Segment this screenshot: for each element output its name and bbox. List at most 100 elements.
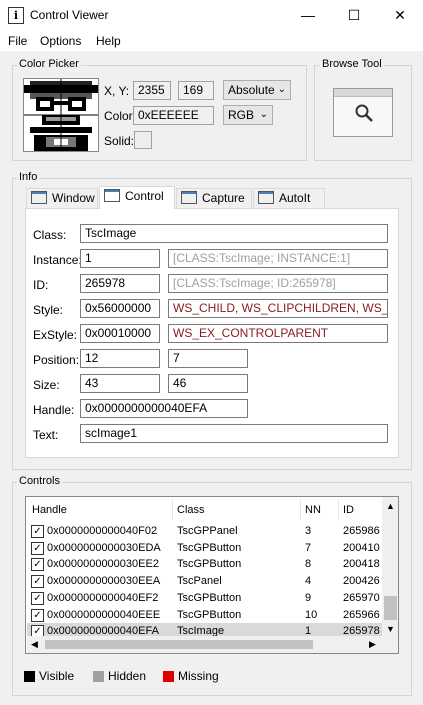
row-checkbox[interactable]: ✓ — [31, 558, 44, 572]
color-magnifier[interactable] — [23, 78, 99, 152]
size-label: Size: — [33, 378, 60, 392]
x-field[interactable]: 2355 — [133, 81, 171, 100]
coord-mode-select[interactable]: Absolute ⌄ — [223, 80, 291, 100]
column-divider — [338, 500, 339, 520]
style-label: Style: — [33, 303, 64, 317]
row-nn: 10 — [305, 608, 318, 621]
y-field[interactable]: 169 — [178, 81, 214, 100]
row-checkbox[interactable]: ✓ — [31, 575, 44, 589]
scroll-left-icon[interactable]: ◀ — [31, 639, 38, 650]
scroll-thumb[interactable] — [384, 596, 397, 620]
menu-help[interactable]: Help — [96, 34, 121, 48]
hidden-legend-label: Hidden — [108, 669, 147, 683]
info-label: Info — [17, 171, 40, 183]
hidden-legend-swatch — [93, 671, 104, 682]
row-checkbox[interactable]: ✓ — [31, 541, 44, 555]
tab-autoit-label: AutoIt — [279, 191, 311, 205]
menu-file[interactable]: File — [8, 34, 27, 48]
table-row[interactable]: ✓ 0x0000000000030EEA TscPanel 4 200426 — [27, 573, 382, 590]
position-x-field[interactable]: 12 — [80, 349, 160, 368]
chevron-down-icon: ⌄ — [277, 84, 286, 95]
solid-color-swatch — [134, 131, 152, 149]
row-nn: 9 — [305, 591, 312, 604]
scroll-down-icon[interactable]: ▼ — [386, 624, 395, 634]
row-class: TscGPPanel — [177, 525, 238, 537]
controls-list[interactable]: Handle Class NN ID ✓ 0x0000000000040F02 Ts… — [25, 496, 399, 654]
close-button[interactable]: ✕ — [377, 0, 423, 31]
exstyle-field[interactable]: 0x00010000 — [80, 324, 160, 343]
height-field[interactable]: 46 — [168, 374, 248, 393]
row-id: 200418 — [343, 558, 380, 571]
instance-ref-field[interactable]: [CLASS:TscImage; INSTANCE:1] — [168, 249, 388, 268]
style-flags-field[interactable]: WS_CHILD, WS_CLIPCHILDREN, WS_CLIPSIBLIN… — [168, 299, 388, 318]
horizontal-scrollbar[interactable]: ◀ ▶ — [27, 636, 382, 653]
tab-autoit[interactable]: AutoIt — [253, 188, 325, 208]
hscroll-thumb[interactable] — [45, 640, 313, 649]
maximize-button[interactable]: ☐ — [331, 0, 377, 31]
controls-label: Controls — [17, 475, 62, 487]
row-handle: 0x0000000000030EEA — [47, 575, 161, 588]
text-field[interactable]: scImage1 — [80, 424, 388, 443]
color-format-select[interactable]: RGB ⌄ — [223, 105, 273, 125]
width-field[interactable]: 43 — [80, 374, 160, 393]
row-class: TscGPButton — [177, 558, 242, 571]
id-ref-field[interactable]: [CLASS:TscImage; ID:265978] — [168, 274, 388, 293]
color-format-value: RGB — [228, 108, 255, 122]
column-header-handle[interactable]: Handle — [32, 504, 67, 516]
color-field[interactable]: 0xEEEEEE — [133, 106, 214, 125]
class-field[interactable]: TscImage — [80, 224, 388, 243]
autoit-icon — [258, 191, 274, 204]
position-label: Position: — [33, 353, 80, 367]
exstyle-flags-field[interactable]: WS_EX_CONTROLPARENT — [168, 324, 388, 343]
chevron-down-icon: ⌄ — [259, 109, 268, 120]
browse-tool-label: Browse Tool — [320, 58, 384, 70]
column-divider — [300, 500, 301, 520]
row-handle: 0x0000000000040F02 — [47, 525, 158, 537]
row-nn: 8 — [305, 558, 312, 571]
row-id: 265986 — [343, 525, 380, 537]
row-id: 265966 — [343, 608, 380, 621]
tab-window[interactable]: Window — [26, 188, 98, 208]
title-bar: i Control Viewer — ☐ ✕ — [0, 0, 423, 31]
window-icon — [31, 191, 47, 204]
row-id: 200426 — [343, 575, 380, 588]
table-row[interactable]: ✓ 0x0000000000040EEE TscGPButton 10 265966 — [27, 607, 382, 624]
id-field[interactable]: 265978 — [80, 274, 160, 293]
column-header-id[interactable]: ID — [343, 504, 354, 516]
vertical-scrollbar[interactable]: ▲ ▼ — [382, 497, 398, 653]
tab-control[interactable]: Control — [99, 186, 175, 209]
row-checkbox[interactable]: ✓ — [31, 608, 44, 622]
table-row[interactable]: ✓ 0x0000000000030EE2 TscGPButton 8 200418 — [27, 556, 382, 573]
column-header-class[interactable]: Class — [177, 504, 205, 516]
tab-window-label: Window — [52, 191, 95, 205]
scroll-right-icon[interactable]: ▶ — [369, 639, 376, 650]
scroll-up-icon[interactable]: ▲ — [386, 501, 395, 511]
instance-label: Instance: — [33, 253, 82, 267]
row-handle: 0x0000000000040EEE — [47, 608, 161, 621]
handle-field[interactable]: 0x0000000000040EFA — [80, 399, 248, 418]
browse-tool-button[interactable] — [333, 88, 393, 137]
magnifier-icon — [355, 104, 373, 122]
style-field[interactable]: 0x56000000 — [80, 299, 160, 318]
row-handle: 0x0000000000030EDA — [47, 541, 161, 554]
row-class: TscPanel — [177, 575, 222, 588]
color-picker-label: Color Picker — [17, 58, 81, 70]
table-row[interactable]: ✓ 0x0000000000030EDA TscGPButton 7 200410 — [27, 540, 382, 557]
row-checkbox[interactable]: ✓ — [31, 525, 44, 538]
id-label: ID: — [33, 278, 49, 292]
minimize-button[interactable]: — — [285, 0, 331, 31]
menu-bar: File Options Help — [0, 31, 423, 51]
handle-label: Handle: — [33, 403, 75, 417]
text-label: Text: — [33, 428, 59, 442]
row-checkbox[interactable]: ✓ — [31, 591, 44, 605]
row-class: TscGPButton — [177, 591, 242, 604]
row-id: 265970 — [343, 591, 380, 604]
tab-capture[interactable]: Capture — [176, 188, 252, 208]
menu-options[interactable]: Options — [40, 34, 81, 48]
position-y-field[interactable]: 7 — [168, 349, 248, 368]
table-row[interactable]: ✓ 0x0000000000040EF2 TscGPButton 9 265970 — [27, 590, 382, 607]
column-divider — [172, 500, 173, 520]
column-header-nn[interactable]: NN — [305, 504, 321, 516]
instance-field[interactable]: 1 — [80, 249, 160, 268]
table-row[interactable]: ✓ 0x0000000000040F02 TscGPPanel 3 265986 — [27, 523, 382, 540]
